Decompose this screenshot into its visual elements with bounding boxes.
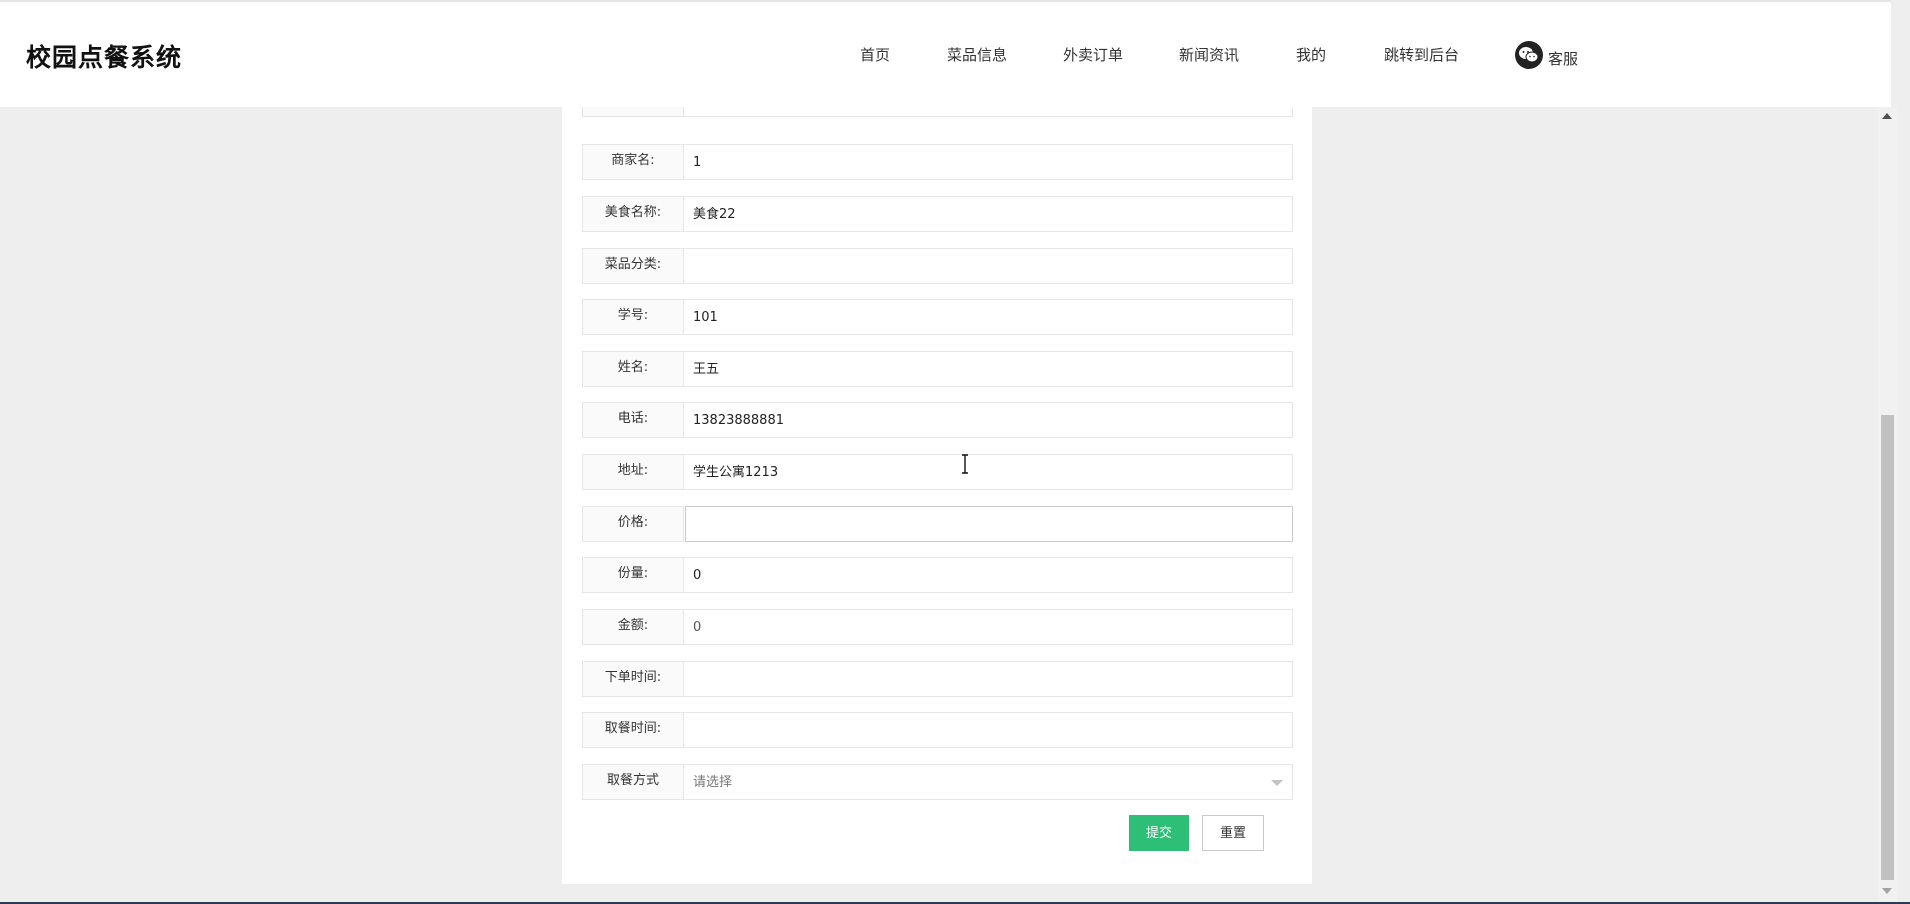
nav-dishes[interactable]: 菜品信息 [947, 44, 1007, 65]
pickup-method-label: 取餐方式 [582, 764, 684, 800]
price-label: 价格: [582, 506, 684, 542]
student-id-label: 学号: [582, 299, 684, 335]
nav-home[interactable]: 首页 [860, 44, 890, 65]
form-row-pickup-time: 取餐时间: [582, 712, 1293, 748]
food-name-label: 美食名称: [582, 196, 684, 232]
order-time-label: 下单时间: [582, 661, 684, 697]
pickup-method-select[interactable]: 请选择 [684, 764, 1293, 800]
form-row-address: 地址: 学生公寓1213 [582, 454, 1293, 490]
top-navbar: 校园点餐系统 首页 菜品信息 外卖订单 新闻资讯 我的 跳转到后台 客服 [0, 0, 1891, 107]
text-cursor-icon [962, 454, 968, 474]
form-row-dish-category: 菜品分类: [582, 248, 1293, 284]
form-row-amount: 金额: 0 [582, 609, 1293, 645]
form-row-quantity: 份量: 0 [582, 557, 1293, 593]
pickup-time-label: 取餐时间: [582, 712, 684, 748]
form-row-merchant-name: 商家名: 1 [582, 144, 1293, 180]
form-row-price: 价格: [582, 506, 1293, 542]
name-field[interactable]: 王五 [684, 351, 1293, 387]
address-field[interactable]: 学生公寓1213 [684, 454, 1293, 490]
chevron-down-icon [1271, 780, 1283, 786]
site-brand[interactable]: 校园点餐系统 [26, 38, 182, 74]
customer-service-link[interactable]: 客服 [1515, 40, 1578, 69]
nav-takeout-orders[interactable]: 外卖订单 [1063, 44, 1123, 65]
price-field[interactable] [685, 506, 1293, 542]
order-form-panel: 商家编号: 101 商家名: 1 美食名称: 美食22 菜品分类: 学号: 10… [562, 81, 1312, 884]
student-id-field[interactable]: 101 [684, 299, 1293, 335]
merchant-name-label: 商家名: [582, 144, 684, 180]
form-row-order-time: 下单时间: [582, 661, 1293, 697]
merchant-name-field[interactable]: 1 [684, 144, 1293, 180]
food-name-field[interactable]: 美食22 [684, 196, 1293, 232]
form-row-name: 姓名: 王五 [582, 351, 1293, 387]
form-row-pickup-method: 取餐方式 请选择 [582, 764, 1293, 800]
scroll-down-icon[interactable] [1882, 888, 1892, 894]
quantity-label: 份量: [582, 557, 684, 593]
address-label: 地址: [582, 454, 684, 490]
nav-admin[interactable]: 跳转到后台 [1384, 44, 1459, 65]
pickup-time-field[interactable] [684, 712, 1293, 748]
amount-field[interactable]: 0 [684, 609, 1293, 645]
dish-category-field[interactable] [684, 248, 1293, 284]
nav-news[interactable]: 新闻资讯 [1179, 44, 1239, 65]
nav-mine[interactable]: 我的 [1296, 44, 1326, 65]
phone-field[interactable]: 13823888881 [684, 402, 1293, 438]
submit-button[interactable]: 提交 [1129, 815, 1189, 851]
wechat-icon [1515, 40, 1543, 69]
order-time-field[interactable] [684, 661, 1293, 697]
form-row-food-name: 美食名称: 美食22 [582, 196, 1293, 232]
dish-category-label: 菜品分类: [582, 248, 684, 284]
form-row-phone: 电话: 13823888881 [582, 402, 1293, 438]
reset-button[interactable]: 重置 [1202, 815, 1264, 851]
amount-label: 金额: [582, 609, 684, 645]
scroll-up-icon[interactable] [1882, 113, 1892, 119]
scrollbar-thumb[interactable] [1881, 415, 1894, 880]
form-row-student-id: 学号: 101 [582, 299, 1293, 335]
phone-label: 电话: [582, 402, 684, 438]
customer-service-label: 客服 [1548, 50, 1579, 68]
quantity-field[interactable]: 0 [684, 557, 1293, 593]
name-label: 姓名: [582, 351, 684, 387]
